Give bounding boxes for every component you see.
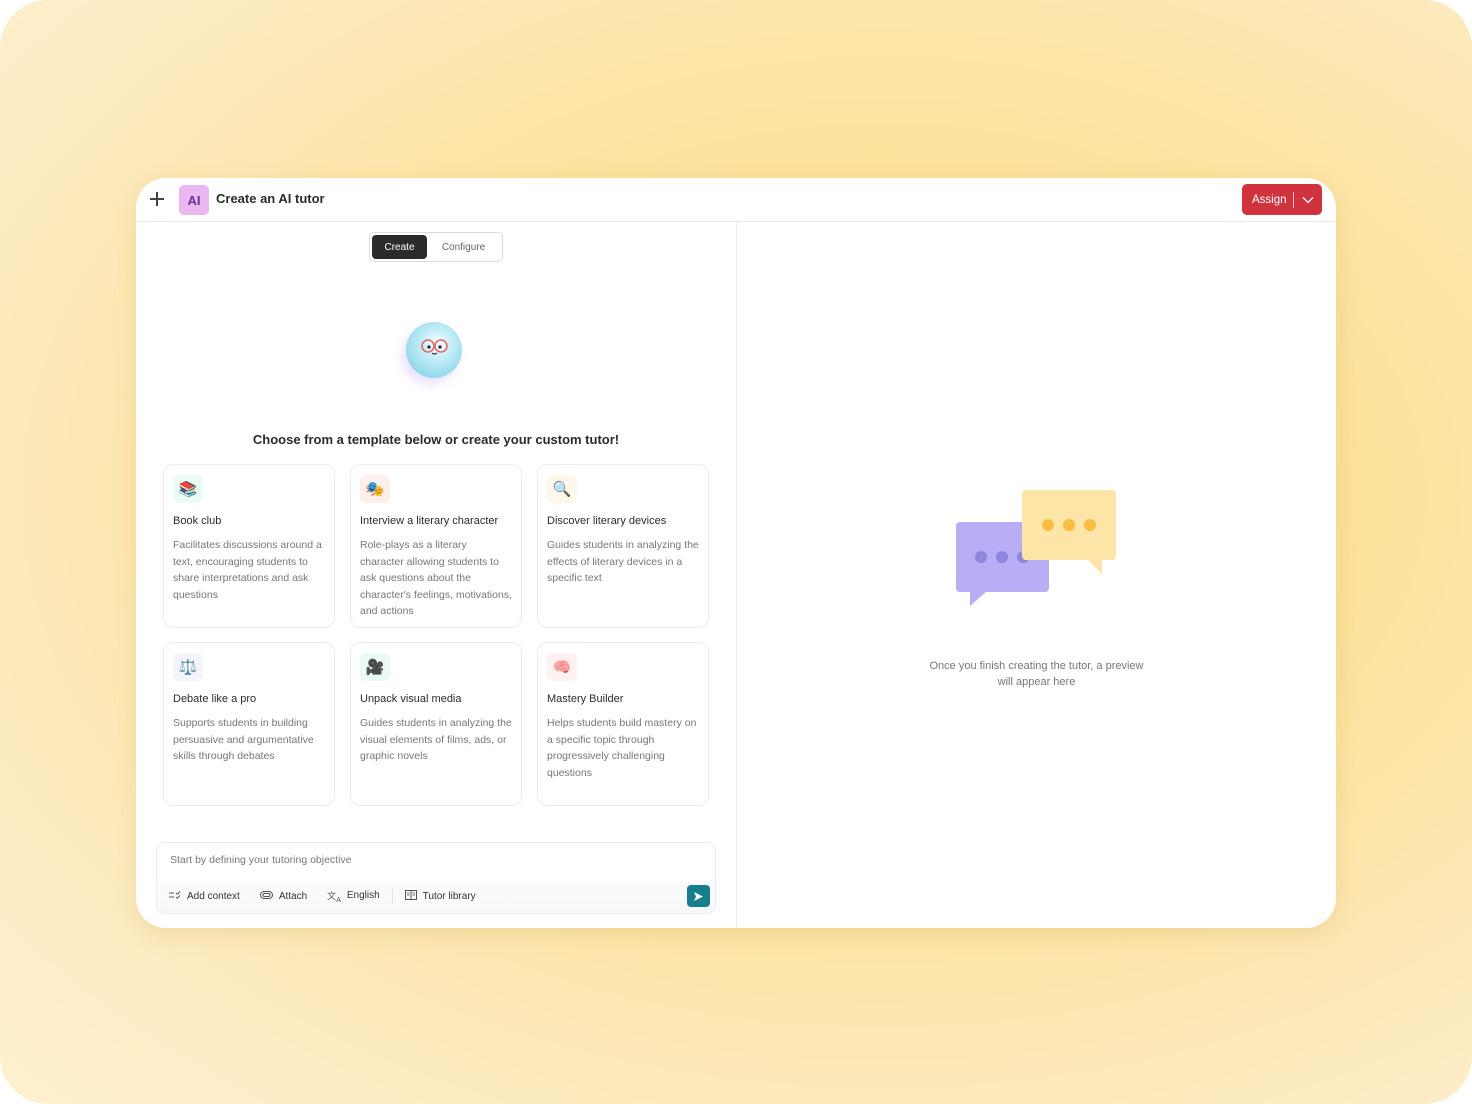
tutor-mascot-icon [406, 322, 462, 378]
theater-masks-icon: 🎭 [360, 475, 390, 503]
language-label: English [346, 890, 380, 902]
brain-icon: 🧠 [547, 653, 577, 681]
template-card-literary-devices[interactable]: 🔍 Discover literary devices Guides stude… [537, 464, 709, 628]
template-headline: Choose from a template below or create y… [252, 432, 620, 447]
preview-line-2: will appear here [997, 676, 1076, 688]
card-description: Role-plays as a literary character allow… [360, 539, 512, 618]
create-panel: Create Configure Choose from a template … [136, 222, 736, 928]
magnifier-icon: 🔍 [547, 475, 577, 503]
scales-icon: ⚖️ [173, 653, 203, 681]
books-icon: 📚 [173, 475, 203, 503]
template-card-book-club[interactable]: 📚 Book club Facilitates discussions arou… [163, 464, 335, 628]
book-open-icon [404, 889, 417, 903]
card-title: Discover literary devices [547, 515, 667, 527]
app-window: AI Create an AI tutor Assign Create Conf… [136, 178, 1336, 928]
card-title: Book club [173, 515, 222, 527]
attach-button[interactable]: Attach [259, 890, 308, 902]
card-title: Debate like a pro [173, 693, 257, 705]
preview-line-1: Once you finish creating the tutor, a pr… [929, 660, 1144, 672]
attach-label: Attach [278, 890, 308, 902]
template-card-mastery-builder[interactable]: 🧠 Mastery Builder Helps students build m… [537, 642, 709, 806]
send-button[interactable] [687, 885, 710, 907]
objective-input[interactable]: Start by defining your tutoring objectiv… [170, 854, 352, 866]
objective-composer[interactable]: Start by defining your tutoring objectiv… [156, 842, 716, 914]
card-title: Mastery Builder [547, 693, 624, 705]
template-card-visual-media[interactable]: 🎥 Unpack visual media Guides students in… [350, 642, 522, 806]
template-card-debate[interactable]: ⚖️ Debate like a pro Supports students i… [163, 642, 335, 806]
ai-badge: AI [179, 185, 209, 215]
tab-configure[interactable]: Configure [427, 235, 500, 259]
add-context-button[interactable]: Add context [169, 890, 240, 903]
toolbar-divider [391, 888, 393, 904]
card-title: Unpack visual media [360, 693, 462, 705]
tutor-library-button[interactable]: Tutor library [404, 889, 476, 903]
card-description: Supports students in building persuasive… [173, 717, 314, 763]
composer-toolbar: Add context Attach 文A English Tutor libr… [157, 879, 715, 913]
plus-icon[interactable] [148, 190, 166, 208]
add-context-label: Add context [187, 890, 240, 902]
tab-create[interactable]: Create [372, 235, 427, 259]
send-icon [694, 891, 703, 901]
card-description: Helps students build mastery on a specif… [547, 717, 697, 779]
language-button[interactable]: 文A English [327, 889, 380, 904]
movie-camera-icon: 🎥 [360, 653, 390, 681]
preview-placeholder-text: Once you finish creating the tutor, a pr… [737, 658, 1336, 690]
assign-label: Assign [1252, 193, 1287, 206]
page-title: Create an AI tutor [216, 191, 325, 206]
top-bar: AI Create an AI tutor Assign [136, 178, 1336, 222]
template-grid: 📚 Book club Facilitates discussions arou… [163, 464, 710, 806]
tutor-library-label: Tutor library [422, 890, 476, 902]
assign-button[interactable]: Assign [1242, 184, 1322, 215]
preview-panel: Once you finish creating the tutor, a pr… [737, 222, 1336, 928]
checklist-icon [169, 890, 181, 903]
card-description: Facilitates discussions around a text, e… [173, 539, 322, 601]
translate-icon: 文A [327, 890, 341, 904]
card-description: Guides students in analyzing the visual … [360, 717, 512, 763]
chat-bubbles-icon [956, 488, 1120, 608]
card-description: Guides students in analyzing the effects… [547, 539, 699, 585]
template-card-interview-character[interactable]: 🎭 Interview a literary character Role-pl… [350, 464, 522, 628]
chevron-down-icon[interactable] [1294, 196, 1322, 204]
paperclip-icon [259, 890, 273, 902]
mode-toggle: Create Configure [369, 232, 503, 262]
card-title: Interview a literary character [360, 515, 499, 527]
